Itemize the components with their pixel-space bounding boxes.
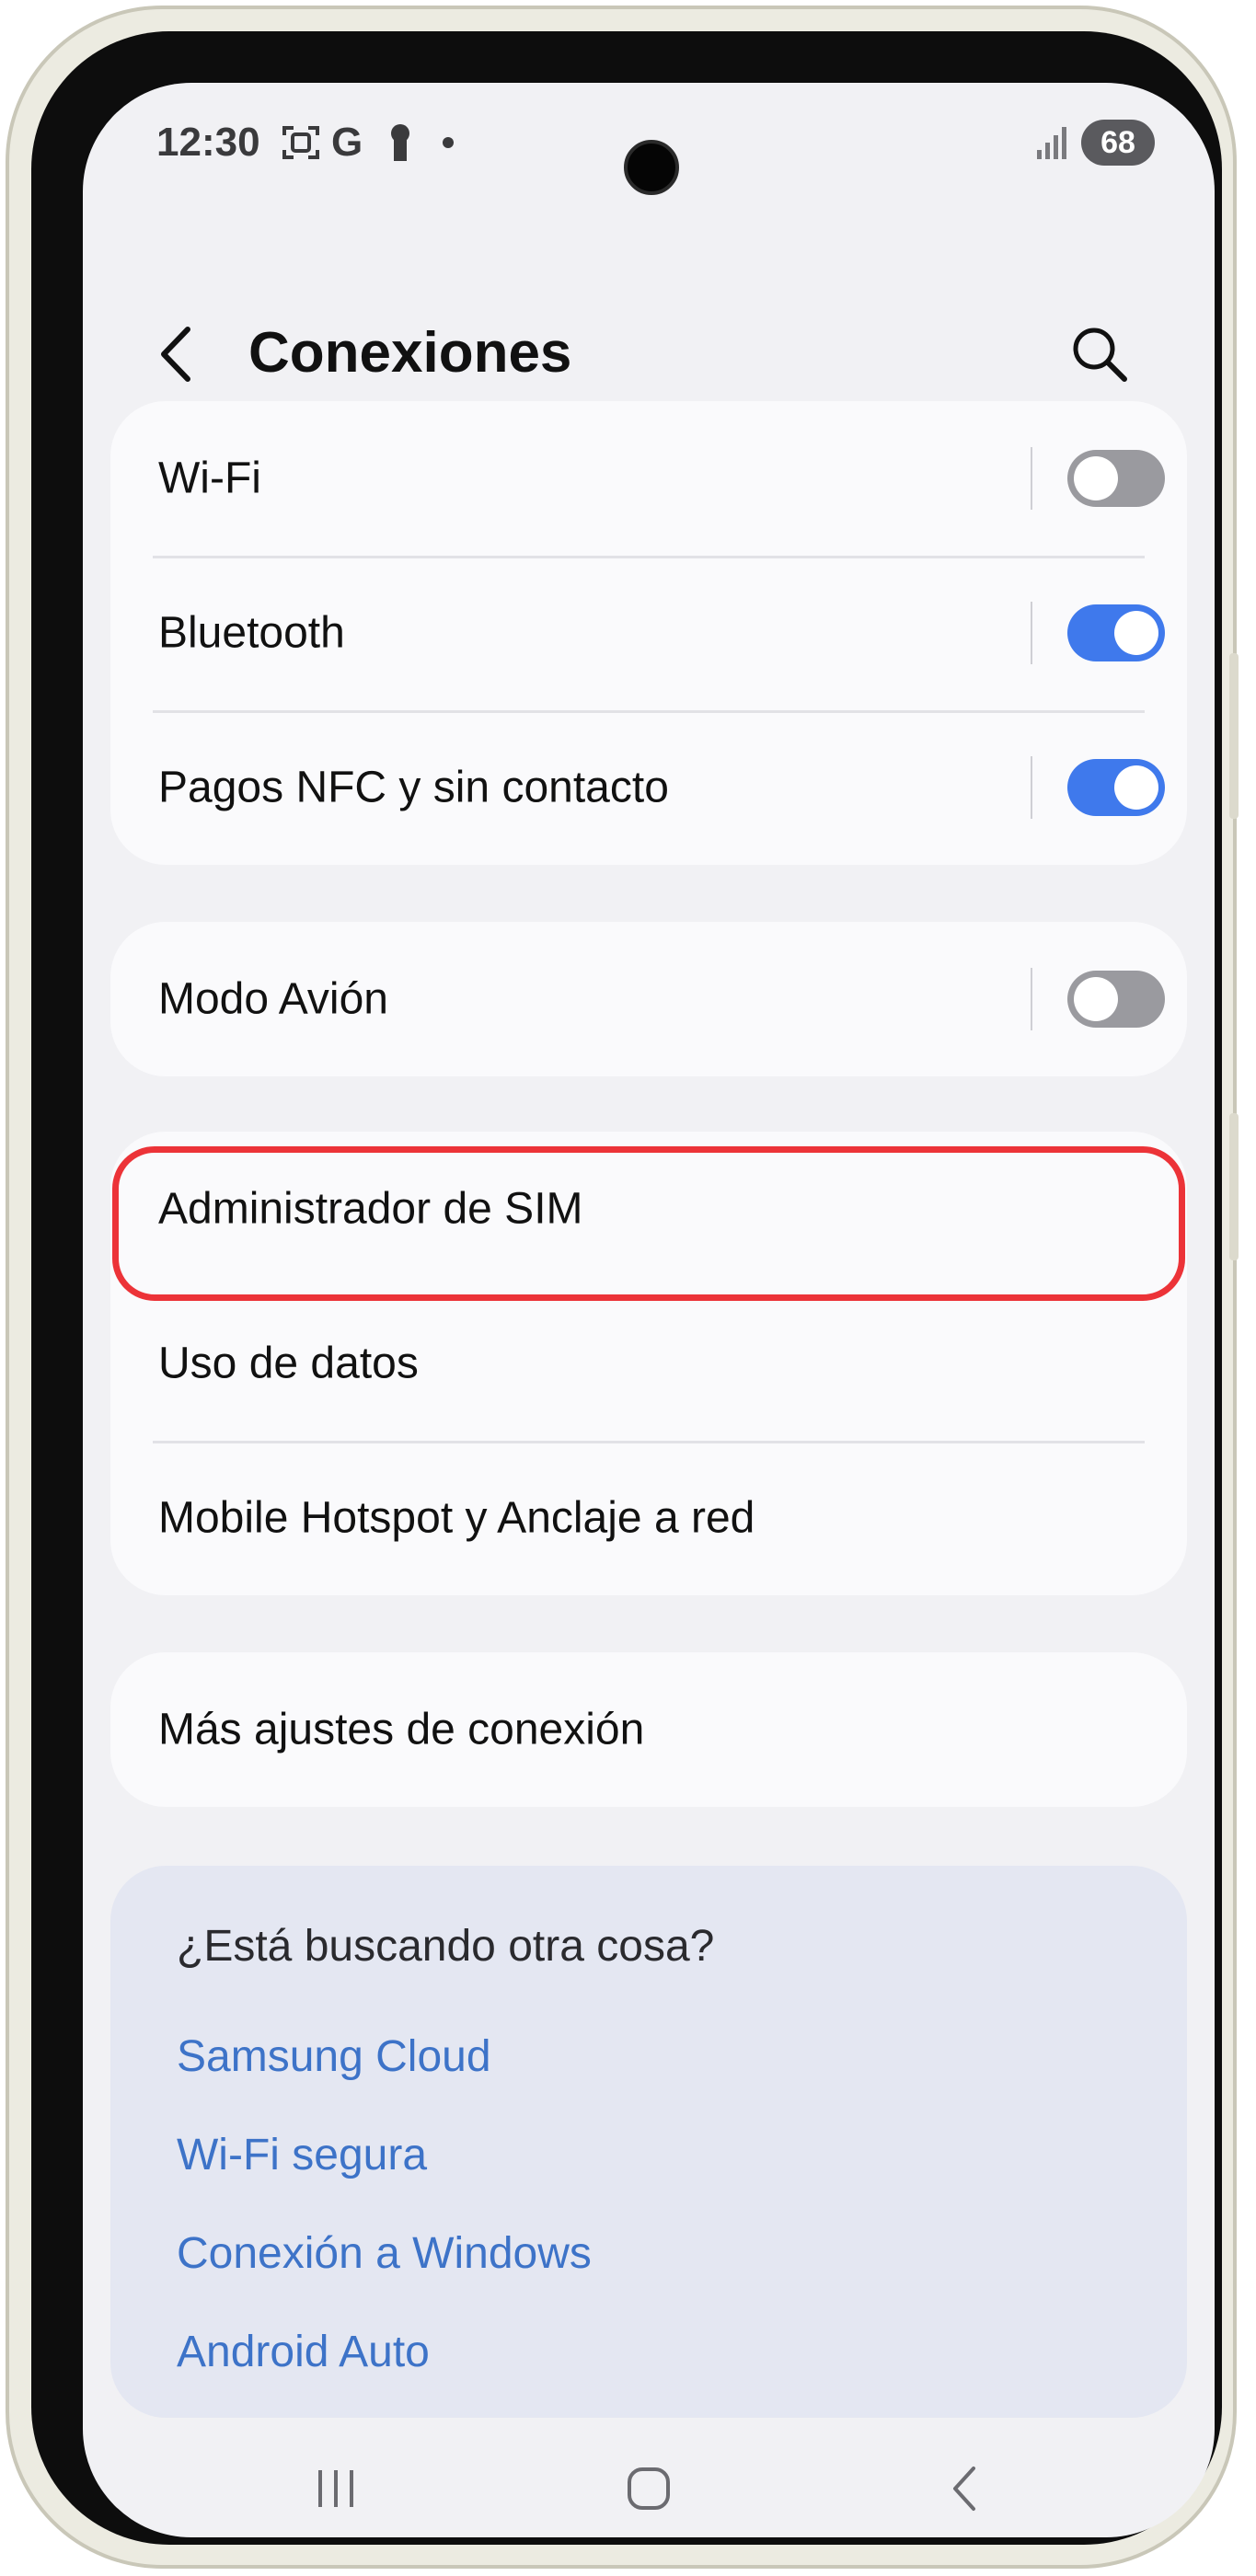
more-settings-label: Más ajustes de conexión xyxy=(158,1705,645,1754)
nfc-row[interactable]: Pagos NFC y sin contacto xyxy=(110,710,1187,865)
more-settings-card: Más ajustes de conexión xyxy=(110,1652,1187,1807)
airplane-mode-label: Modo Avión xyxy=(158,974,388,1024)
link-android-auto[interactable]: Android Auto xyxy=(177,2327,430,2377)
airplane-mode-row[interactable]: Modo Avión xyxy=(110,922,1187,1076)
dot-icon xyxy=(442,121,455,164)
power-button xyxy=(1229,653,1239,819)
page-title: Conexiones xyxy=(248,321,572,385)
link-wifi-segura[interactable]: Wi-Fi segura xyxy=(177,2130,427,2180)
wifi-row[interactable]: Wi-Fi xyxy=(110,401,1187,556)
data-usage-row[interactable]: Uso de datos xyxy=(110,1286,1187,1441)
signal-icon xyxy=(1035,121,1070,164)
airplane-mode-toggle[interactable] xyxy=(1067,971,1165,1028)
data-usage-label: Uso de datos xyxy=(158,1339,419,1388)
wifi-toggle[interactable] xyxy=(1067,450,1165,507)
wifi-label: Wi-Fi xyxy=(158,454,261,503)
back-nav-icon xyxy=(953,2467,975,2511)
suggestions-heading: ¿Está buscando otra cosa? xyxy=(177,1922,715,1971)
front-camera xyxy=(624,140,679,195)
bluetooth-row[interactable]: Bluetooth xyxy=(110,556,1187,710)
search-button[interactable] xyxy=(1067,322,1132,386)
divider xyxy=(1031,968,1032,1030)
highlight-box xyxy=(112,1146,1185,1301)
bluetooth-toggle[interactable] xyxy=(1067,604,1165,661)
battery-indicator: 68 xyxy=(1081,120,1155,166)
status-bar: 12:30 G 68 xyxy=(83,83,1215,195)
keyhole-icon xyxy=(386,121,414,164)
connections-card: Wi-Fi Bluetooth Pagos NFC y sin contacto xyxy=(110,401,1187,865)
recents-button[interactable] xyxy=(304,2461,368,2516)
divider xyxy=(1031,447,1032,510)
suggestions-card: ¿Está buscando otra cosa? Samsung Cloud … xyxy=(110,1866,1187,2418)
back-arrow-icon xyxy=(161,327,190,382)
navigation-bar xyxy=(83,2443,1215,2535)
screen: 12:30 G 68 Conexiones Wi-Fi Bluetooth Pa… xyxy=(83,83,1215,2537)
phone-frame: 12:30 G 68 Conexiones Wi-Fi Bluetooth Pa… xyxy=(6,6,1239,2569)
nfc-toggle[interactable] xyxy=(1067,759,1165,816)
google-icon: G xyxy=(331,120,363,165)
header: Conexiones xyxy=(83,294,1215,405)
status-time: 12:30 xyxy=(156,120,260,165)
hotspot-label: Mobile Hotspot y Anclaje a red xyxy=(158,1493,755,1543)
bluetooth-label: Bluetooth xyxy=(158,608,345,658)
link-samsung-cloud[interactable]: Samsung Cloud xyxy=(177,2031,491,2082)
hotspot-row[interactable]: Mobile Hotspot y Anclaje a red xyxy=(110,1441,1187,1595)
volume-button xyxy=(1229,1113,1239,1260)
back-button[interactable] xyxy=(147,322,202,386)
more-settings-row[interactable]: Más ajustes de conexión xyxy=(110,1652,1187,1807)
search-icon xyxy=(1073,328,1127,382)
home-icon xyxy=(628,2467,670,2510)
nfc-label: Pagos NFC y sin contacto xyxy=(158,763,669,812)
screenshot-icon xyxy=(281,121,321,164)
airplane-card: Modo Avión xyxy=(110,922,1187,1076)
link-conexion-windows[interactable]: Conexión a Windows xyxy=(177,2228,592,2279)
home-button[interactable] xyxy=(621,2461,676,2516)
phone-bezel: 12:30 G 68 Conexiones Wi-Fi Bluetooth Pa… xyxy=(31,31,1222,2545)
divider xyxy=(1031,756,1032,819)
divider xyxy=(1031,602,1032,664)
back-nav-button[interactable] xyxy=(939,2461,994,2516)
recents-icon xyxy=(318,2470,353,2507)
